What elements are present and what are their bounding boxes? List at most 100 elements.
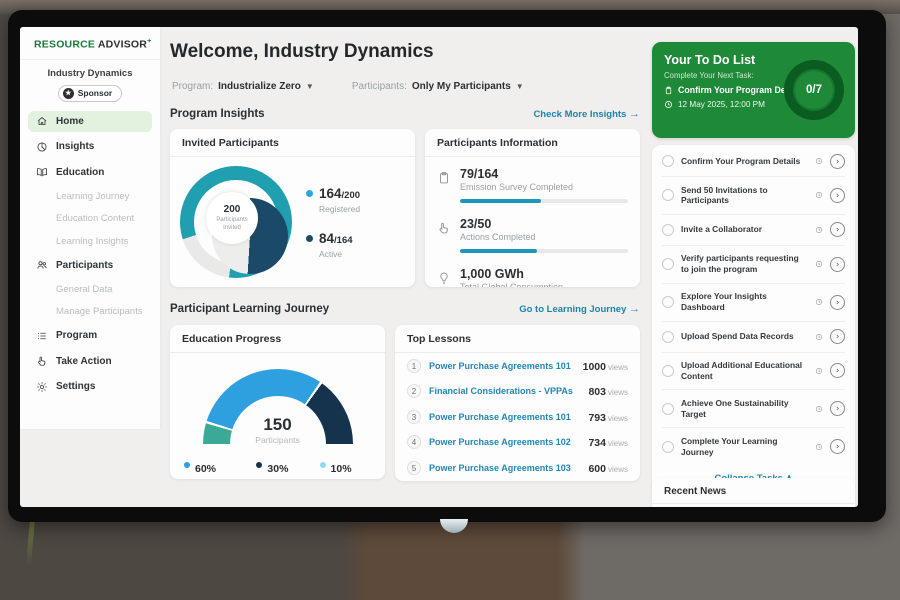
task-open-button[interactable]: [830, 188, 845, 203]
lesson-row: 1 Power Purchase Agreements 101 1000view…: [395, 353, 640, 379]
sidebar-item-take-action[interactable]: Take Action: [28, 351, 152, 372]
task-checkbox[interactable]: [662, 403, 674, 415]
clock-icon: [815, 443, 823, 451]
insights-icon: [36, 141, 48, 153]
info-row-consumption: 1,000 GWh Total Global Consumption: [425, 257, 640, 287]
brand-primary: RESOURCE: [34, 39, 95, 51]
program-filter[interactable]: Program: Industrialize Zero ▼: [172, 81, 314, 92]
sidebar-item-education-content[interactable]: Education Content: [28, 210, 152, 228]
program-icon: [36, 330, 48, 342]
clock-icon: [815, 405, 823, 413]
task-open-button[interactable]: [830, 154, 845, 169]
task-row: Send 50 Invitations to Participants: [662, 177, 845, 215]
sidebar-item-settings[interactable]: Settings: [28, 376, 152, 397]
org-name: Industry Dynamics: [20, 68, 160, 79]
sidebar-item-participants[interactable]: Participants: [28, 255, 152, 276]
donut-center-value: 200: [224, 204, 241, 215]
monitor-stand: [440, 519, 468, 533]
sidebar-item-label: Education: [56, 167, 104, 178]
lesson-link[interactable]: Financial Considerations - VPPAs: [429, 386, 580, 396]
lesson-views: 600: [588, 463, 606, 475]
task-open-button[interactable]: [830, 363, 845, 378]
card-title: Invited Participants: [170, 129, 415, 157]
task-label: Achieve One Sustainability Target: [681, 398, 808, 420]
task-checkbox[interactable]: [662, 224, 674, 236]
task-checkbox[interactable]: [662, 189, 674, 201]
task-label: Invite a Collaborator: [681, 224, 808, 235]
todo-tasks-card: Confirm Your Program Details Send 50 Inv…: [652, 145, 855, 493]
sidebar-item-home[interactable]: Home: [28, 111, 152, 132]
legend-dot: [306, 190, 313, 197]
task-checkbox[interactable]: [662, 155, 674, 167]
clock-icon: [815, 367, 823, 375]
legend-dot: [320, 462, 326, 468]
task-open-button[interactable]: [830, 295, 845, 310]
todo-due-label: 12 May 2025, 12:00 PM: [678, 100, 765, 109]
card-title: Participants Information: [425, 129, 640, 157]
go-to-learning-journey-link[interactable]: Go to Learning Journey →: [519, 303, 640, 315]
legend-pct: 30%: [267, 463, 288, 475]
program-filter-value: Industrialize Zero: [218, 81, 301, 92]
learning-journey-header: Participant Learning Journey Go to Learn…: [170, 303, 640, 315]
task-checkbox[interactable]: [662, 296, 674, 308]
task-open-button[interactable]: [830, 439, 845, 454]
info-value: 79/164: [460, 167, 628, 181]
task-row: Invite a Collaborator: [662, 215, 845, 246]
plant-leaf: [26, 518, 35, 566]
legend-dot: [306, 235, 313, 242]
lesson-views-label: views: [608, 414, 628, 423]
sidebar-item-insights[interactable]: Insights: [28, 136, 152, 157]
sidebar-item-manage-participants[interactable]: Manage Participants: [28, 303, 152, 321]
lesson-views: 1000: [583, 361, 606, 373]
task-label: Verify participants requesting to join t…: [681, 253, 808, 275]
program-filter-label: Program:: [172, 81, 213, 92]
gauge-center-value: 150: [203, 415, 353, 435]
clipboard-icon: [664, 86, 673, 95]
donut-center-label: Participants Invited: [211, 217, 253, 233]
task-checkbox[interactable]: [662, 365, 674, 377]
lesson-link[interactable]: Power Purchase Agreements 101: [429, 412, 580, 422]
participants-filter[interactable]: Participants: Only My Participants ▼: [352, 81, 524, 92]
info-row-actions: 23/50 Actions Completed: [425, 207, 640, 257]
lesson-row: 5 Power Purchase Agreements 103 600views: [395, 455, 640, 481]
legend-total: /200: [342, 190, 361, 201]
lesson-link[interactable]: Power Purchase Agreements 102: [429, 437, 580, 447]
lesson-link[interactable]: Power Purchase Agreements 103: [429, 463, 580, 473]
lesson-rank: 5: [407, 461, 421, 475]
progress-fill: [460, 249, 537, 253]
sidebar-item-program[interactable]: Program: [28, 325, 152, 346]
task-open-button[interactable]: [830, 401, 845, 416]
task-row: Explore Your Insights Dashboard: [662, 284, 845, 322]
home-icon: [36, 115, 48, 127]
sidebar-item-education[interactable]: Education: [28, 162, 152, 183]
legend-dot: [256, 462, 262, 468]
check-more-insights-link[interactable]: Check More Insights →: [533, 108, 640, 120]
clock-icon: [815, 298, 823, 306]
recent-news-title: Recent News: [652, 478, 855, 504]
link-label: Check More Insights: [533, 109, 626, 120]
task-checkbox[interactable]: [662, 258, 674, 270]
lesson-link[interactable]: Power Purchase Agreements 101: [429, 361, 575, 371]
task-checkbox[interactable]: [662, 331, 674, 343]
legend-pct: 60%: [195, 463, 216, 475]
chevron-right-icon: [834, 367, 841, 374]
sidebar-item-general-data[interactable]: General Data: [28, 280, 152, 298]
sidebar-item-label: Settings: [56, 381, 95, 392]
task-open-button[interactable]: [830, 257, 845, 272]
sidebar-item-learning-insights[interactable]: Learning Insights: [28, 232, 152, 250]
task-checkbox[interactable]: [662, 441, 674, 453]
sidebar-item-learning-journey[interactable]: Learning Journey: [28, 187, 152, 205]
task-open-button[interactable]: [830, 329, 845, 344]
chevron-right-icon: [834, 443, 841, 450]
sponsor-label: Sponsor: [78, 88, 112, 98]
lesson-views-label: views: [608, 388, 628, 397]
chevron-right-icon: [834, 261, 841, 268]
task-label: Upload Additional Educational Content: [681, 360, 808, 382]
todo-header-card: Your To Do List Complete Your Next Task:…: [652, 42, 855, 138]
hand-icon: [437, 221, 451, 235]
sidebar-item-label: Insights: [56, 141, 94, 152]
task-label: Complete Your Learning Journey: [681, 436, 808, 458]
todo-progress-ring: 0/7: [784, 60, 844, 120]
lesson-views: 803: [588, 386, 606, 398]
task-open-button[interactable]: [830, 222, 845, 237]
